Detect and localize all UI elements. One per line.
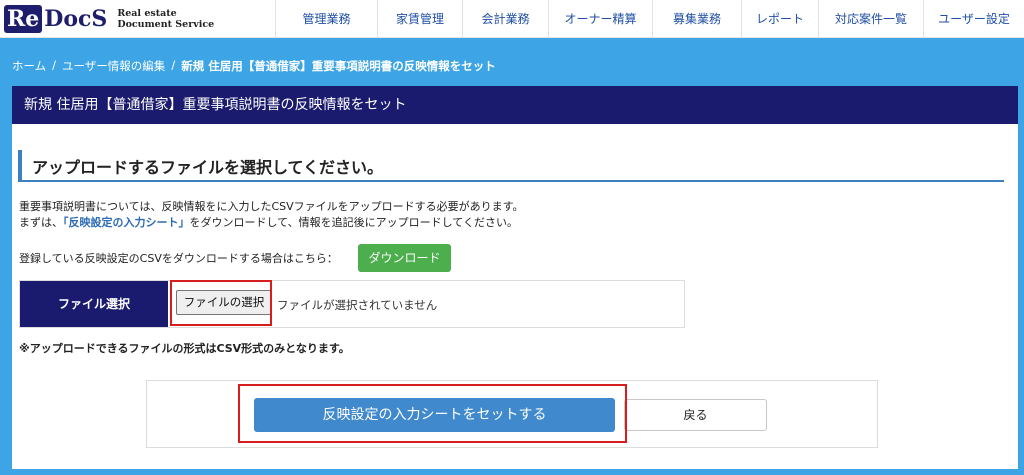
logo-mark: Re DocS: [4, 5, 107, 33]
main-nav: 管理業務 家賃管理 会計業務 オーナー精算 募集業務 レポート 対応案件一覧 ユ…: [275, 0, 1024, 38]
main-panel: 新規 住居用【普通借家】重要事項説明書の反映情報をセット アップロードするファイ…: [12, 86, 1018, 469]
logo[interactable]: Re DocS Real estate Document Service: [4, 4, 214, 34]
nav-item-report[interactable]: レポート: [741, 0, 818, 38]
nav-item-yachin[interactable]: 家賃管理: [377, 0, 462, 38]
nav-item-owner-seisan[interactable]: オーナー精算: [548, 0, 652, 38]
section-heading-bar: [18, 150, 22, 180]
download-button[interactable]: ダウンロード: [358, 244, 451, 272]
breadcrumb-separator: /: [52, 58, 57, 72]
page-title: 新規 住居用【普通借家】重要事項説明書の反映情報をセット: [12, 86, 1018, 124]
instruction-line-1: 重要事項説明書については、反映情報をに入力したCSVファイルをアップロードする必…: [19, 200, 524, 213]
section-heading: アップロードするファイルを選択してください。: [18, 150, 1004, 182]
input-sheet-link[interactable]: 「反映設定の入力シート」: [63, 216, 190, 229]
breadcrumb-current: 新規 住居用【普通借家】重要事項説明書の反映情報をセット: [181, 59, 496, 73]
logo-re: Re: [4, 5, 43, 33]
breadcrumb-user-edit[interactable]: ユーザー情報の編集: [62, 58, 165, 74]
back-button[interactable]: 戻る: [624, 399, 767, 431]
nav-item-user-settings[interactable]: ユーザー設定: [923, 0, 1024, 38]
section-heading-text: アップロードするファイルを選択してください。: [32, 158, 384, 177]
breadcrumb-separator: /: [171, 58, 176, 72]
nav-item-kanri[interactable]: 管理業務: [275, 0, 377, 38]
logo-docs: DocS: [44, 6, 108, 32]
logo-subtitle-line1: Real estate: [117, 8, 177, 19]
logo-subtitle: Real estate Document Service: [117, 8, 214, 30]
breadcrumb: ホーム / ユーザー情報の編集 / 新規 住居用【普通借家】重要事項説明書の反映…: [12, 58, 496, 74]
logo-subtitle-line2: Document Service: [117, 19, 215, 30]
header: Re DocS Real estate Document Service 管理業…: [0, 0, 1024, 38]
set-input-sheet-button[interactable]: 反映設定の入力シートをセットする: [254, 398, 615, 432]
file-choose-button[interactable]: ファイルの選択: [176, 290, 272, 315]
download-prompt: 登録している反映設定のCSVをダウンロードする場合はこちら：: [19, 252, 338, 265]
format-note: ※アップロードできるファイルの形式はCSV形式のみとなります。: [19, 342, 350, 355]
instruction-line-2-suffix: をダウンロードして、情報を追記後にアップロードしてください。: [189, 216, 518, 229]
nav-item-taiou-anken[interactable]: 対応案件一覧: [818, 0, 923, 38]
nav-item-kaikei[interactable]: 会計業務: [462, 0, 548, 38]
instruction-line-2: まずは、「反映設定の入力シート」をダウンロードして、情報を追記後にアップロードし…: [19, 214, 518, 230]
nav-item-boshu[interactable]: 募集業務: [652, 0, 741, 38]
file-select-label: ファイル選択: [20, 281, 168, 327]
breadcrumb-home[interactable]: ホーム: [12, 58, 46, 74]
file-select-row: ファイル選択 ファイルの選択 ファイルが選択されていません: [19, 280, 685, 328]
file-status-text: ファイルが選択されていません: [277, 298, 438, 312]
instruction-line-2-prefix: まずは、: [19, 216, 63, 229]
